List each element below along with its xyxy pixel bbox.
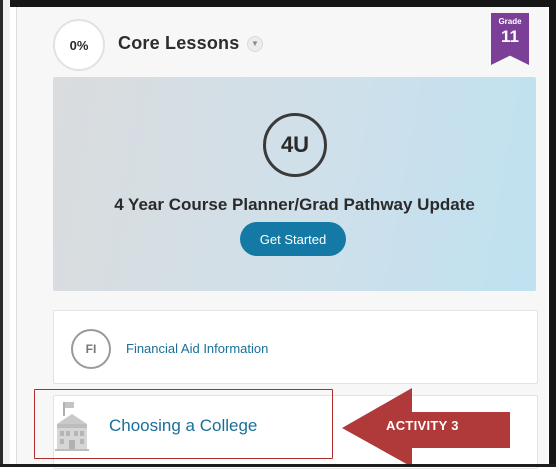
progress-indicator: 0% [53,19,105,71]
chevron-down-icon[interactable]: ▼ [247,36,263,52]
get-started-button[interactable]: Get Started [240,222,346,256]
annotation-highlight-box [34,389,333,459]
lesson-badge-4u: 4U [263,113,327,177]
featured-lesson-title: 4 Year Course Planner/Grad Pathway Updat… [114,195,475,214]
lesson-link-financial-aid[interactable]: Financial Aid Information [126,341,268,356]
lesson-icon-fi: FI [71,329,111,369]
grade-value: 11 [501,27,519,46]
featured-lesson-card: 4U 4 Year Course Planner/Grad Pathway Up… [53,77,536,291]
grade-label: Grade [498,17,522,26]
screenshot-border-left [0,0,10,467]
grade-ribbon: Grade 11 [491,13,529,65]
annotation-label: ACTIVITY 3 [386,418,459,433]
section-title: Core Lessons [118,33,240,53]
screenshot-border-top [0,0,556,7]
lesson-item-financial-aid[interactable]: FI Financial Aid Information [53,310,538,384]
panel-header: 0% Core Lessons ▼ Grade 11 [17,7,548,77]
screenshot-border-right [549,0,556,467]
